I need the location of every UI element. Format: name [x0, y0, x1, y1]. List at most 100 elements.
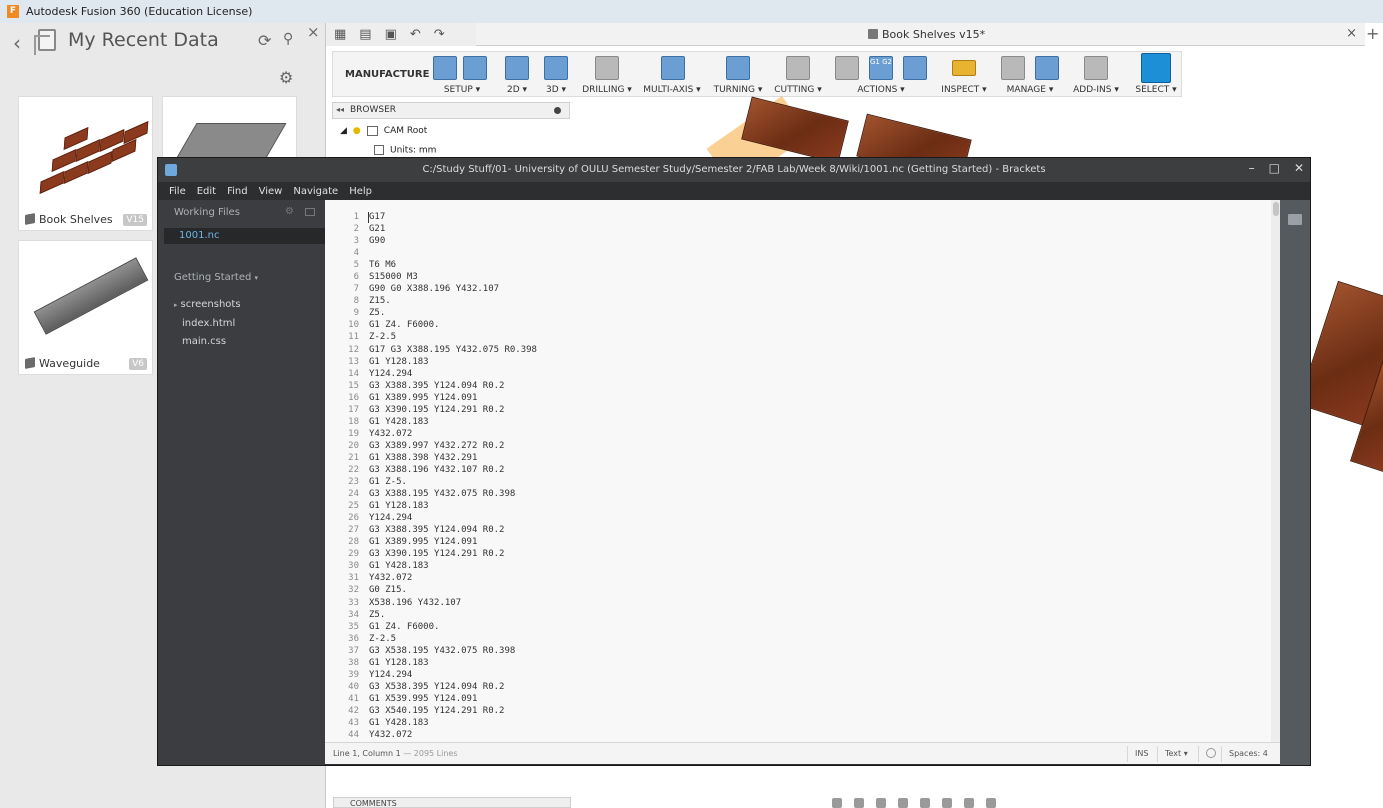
- toolbar-group-2d[interactable]: 2D ▾: [501, 52, 533, 98]
- toolbar-group-manage[interactable]: MANAGE ▾: [997, 52, 1063, 98]
- search-icon[interactable]: ⚲: [283, 31, 293, 47]
- extension-manager-icon[interactable]: [1288, 214, 1302, 225]
- code-line[interactable]: T6 M6: [369, 259, 1259, 271]
- expand-triangle-icon[interactable]: ◢: [340, 126, 347, 136]
- undo-icon[interactable]: ↶: [410, 27, 421, 42]
- brackets-title-bar[interactable]: C:/Study Stuff/01- University of OULU Se…: [158, 158, 1310, 182]
- design-card-waveguide[interactable]: Waveguide V6: [18, 240, 153, 375]
- code-line[interactable]: Z5.: [369, 307, 1259, 319]
- close-icon[interactable]: ×: [307, 23, 320, 41]
- browser-panel-header[interactable]: ◂◂ BROWSER: [332, 102, 570, 119]
- file-icon[interactable]: ▤: [359, 27, 371, 42]
- code-line[interactable]: G1 Y428.183: [369, 560, 1259, 572]
- code-line[interactable]: Z-2.5: [369, 633, 1259, 645]
- menu-find[interactable]: Find: [227, 186, 248, 197]
- look-at-icon[interactable]: [854, 798, 864, 808]
- toolbar-group-inspect[interactable]: INSPECT ▾: [939, 52, 989, 98]
- linter-status-icon[interactable]: [1206, 748, 1216, 758]
- tree-file-main-css[interactable]: main.css: [182, 336, 226, 347]
- code-line[interactable]: G1 X388.398 Y432.291: [369, 452, 1259, 464]
- viewports-icon[interactable]: [986, 798, 996, 808]
- new-tab-icon[interactable]: +: [1366, 24, 1379, 43]
- lightbulb-icon[interactable]: ●: [353, 126, 361, 136]
- design-card-book-shelves[interactable]: Book Shelves V15: [18, 96, 153, 231]
- code-line[interactable]: G1 Z-5.: [369, 476, 1259, 488]
- code-line[interactable]: G1 Z4. F6000.: [369, 319, 1259, 331]
- tree-folder-screenshots[interactable]: ▸ screenshots: [174, 299, 241, 310]
- code-line[interactable]: G3 X540.195 Y124.291 R0.2: [369, 705, 1259, 717]
- code-line[interactable]: Y124.294: [369, 512, 1259, 524]
- code-line[interactable]: Z5.: [369, 609, 1259, 621]
- code-line[interactable]: [369, 247, 1259, 259]
- code-line[interactable]: Y124.294: [369, 669, 1259, 681]
- code-line[interactable]: G1 Y128.183: [369, 657, 1259, 669]
- code-line[interactable]: G1 X389.995 Y124.091: [369, 536, 1259, 548]
- code-editor[interactable]: 1 2 3 4 5 6 7 8 9 10 11 12 13 14 15 16 17 18 19 20 21 22 23 24 2…: [325, 200, 1280, 743]
- code-line[interactable]: X538.196 Y432.107: [369, 597, 1259, 609]
- grid-settings-icon[interactable]: [964, 798, 974, 808]
- display-settings-icon[interactable]: [942, 798, 952, 808]
- document-tab[interactable]: Book Shelves v15* ×: [476, 23, 1365, 46]
- code-line[interactable]: G3 X538.395 Y124.094 R0.2: [369, 681, 1259, 693]
- toolbar-group-turning[interactable]: TURNING ▾: [713, 52, 763, 98]
- code-line[interactable]: G1 Y428.183: [369, 416, 1259, 428]
- split-view-icon[interactable]: [305, 208, 315, 216]
- toolbar-group-multi-axis[interactable]: MULTI-AXIS ▾: [639, 52, 705, 98]
- design-card-partial[interactable]: [162, 96, 297, 158]
- code-line[interactable]: G3 X538.195 Y432.075 R0.398: [369, 645, 1259, 657]
- redo-icon[interactable]: ↷: [434, 27, 445, 42]
- workspace-selector[interactable]: MANUFACTURE ▾: [345, 69, 438, 80]
- toolbar-group-drilling[interactable]: DRILLING ▾: [581, 52, 633, 98]
- menu-help[interactable]: Help: [349, 186, 372, 197]
- code-line[interactable]: Y432.072: [369, 572, 1259, 584]
- orbit-icon[interactable]: [832, 798, 842, 808]
- code-line[interactable]: Z15.: [369, 295, 1259, 307]
- gear-icon[interactable]: ⚙: [279, 68, 293, 87]
- code-line[interactable]: G1 Y128.183: [369, 356, 1259, 368]
- save-icon[interactable]: ▣: [385, 27, 397, 42]
- back-arrow-icon[interactable]: ‹: [13, 31, 21, 55]
- code-line[interactable]: G3 X390.195 Y124.291 R0.2: [369, 548, 1259, 560]
- documents-icon[interactable]: [34, 29, 56, 55]
- code-line[interactable]: G21: [369, 223, 1259, 235]
- code-line[interactable]: Y432.072: [369, 428, 1259, 440]
- close-icon[interactable]: ✕: [1294, 161, 1304, 175]
- code-line[interactable]: G0 Z15.: [369, 584, 1259, 596]
- toolbar-group-setup[interactable]: SETUP ▾: [429, 52, 495, 98]
- toolbar-group-select[interactable]: SELECT ▾: [1135, 52, 1177, 98]
- code-line[interactable]: G3 X388.196 Y432.107 R0.2: [369, 464, 1259, 476]
- insert-mode-toggle[interactable]: INS: [1135, 749, 1148, 758]
- language-selector[interactable]: Text ▾: [1165, 749, 1188, 758]
- menu-edit[interactable]: Edit: [197, 186, 216, 197]
- code-line[interactable]: G3 X389.997 Y432.272 R0.2: [369, 440, 1259, 452]
- toolbar-group-actions[interactable]: G1 G2 ACTIONS ▾: [833, 52, 929, 98]
- browser-node-cam-root[interactable]: ◢ ● CAM Root: [340, 126, 427, 136]
- menu-navigate[interactable]: Navigate: [293, 186, 338, 197]
- working-file-item[interactable]: 1001.nc: [179, 230, 219, 241]
- code-line[interactable]: G3 X388.395 Y124.094 R0.2: [369, 380, 1259, 392]
- tree-file-index-html[interactable]: index.html: [182, 318, 235, 329]
- gear-icon[interactable]: ⚙: [285, 206, 294, 217]
- code-line[interactable]: G90 G0 X388.196 Y432.107: [369, 283, 1259, 295]
- code-line[interactable]: Y432.072: [369, 729, 1259, 741]
- fit-icon[interactable]: [920, 798, 930, 808]
- code-line[interactable]: Y124.294: [369, 368, 1259, 380]
- code-line[interactable]: G1 Y428.183: [369, 717, 1259, 729]
- code-content[interactable]: G17 G21 G90 T6 M6 S15000 M3 G90 G0 X388.196 Y…: [369, 211, 1259, 741]
- zoom-icon[interactable]: [898, 798, 908, 808]
- collapse-arrows-icon[interactable]: ◂◂: [336, 105, 344, 114]
- browser-node-units[interactable]: Units: mm: [374, 145, 436, 156]
- grid-icon[interactable]: ▦: [334, 27, 346, 42]
- code-line[interactable]: G17: [369, 211, 1259, 223]
- code-line[interactable]: G1 Z4. F6000.: [369, 621, 1259, 633]
- pin-icon[interactable]: [554, 107, 561, 114]
- code-line[interactable]: G3 X390.195 Y124.291 R0.2: [369, 404, 1259, 416]
- code-line[interactable]: G1 Y128.183: [369, 500, 1259, 512]
- toolbar-group-3d[interactable]: 3D ▾: [540, 52, 572, 98]
- refresh-icon[interactable]: ⟳: [258, 31, 271, 50]
- comments-panel-header[interactable]: COMMENTS: [333, 797, 571, 808]
- maximize-icon[interactable]: □: [1269, 161, 1280, 175]
- code-line[interactable]: G1 X389.995 Y124.091: [369, 392, 1259, 404]
- code-line[interactable]: G17 G3 X388.195 Y432.075 R0.398: [369, 344, 1259, 356]
- code-line[interactable]: G3 X388.395 Y124.094 R0.2: [369, 524, 1259, 536]
